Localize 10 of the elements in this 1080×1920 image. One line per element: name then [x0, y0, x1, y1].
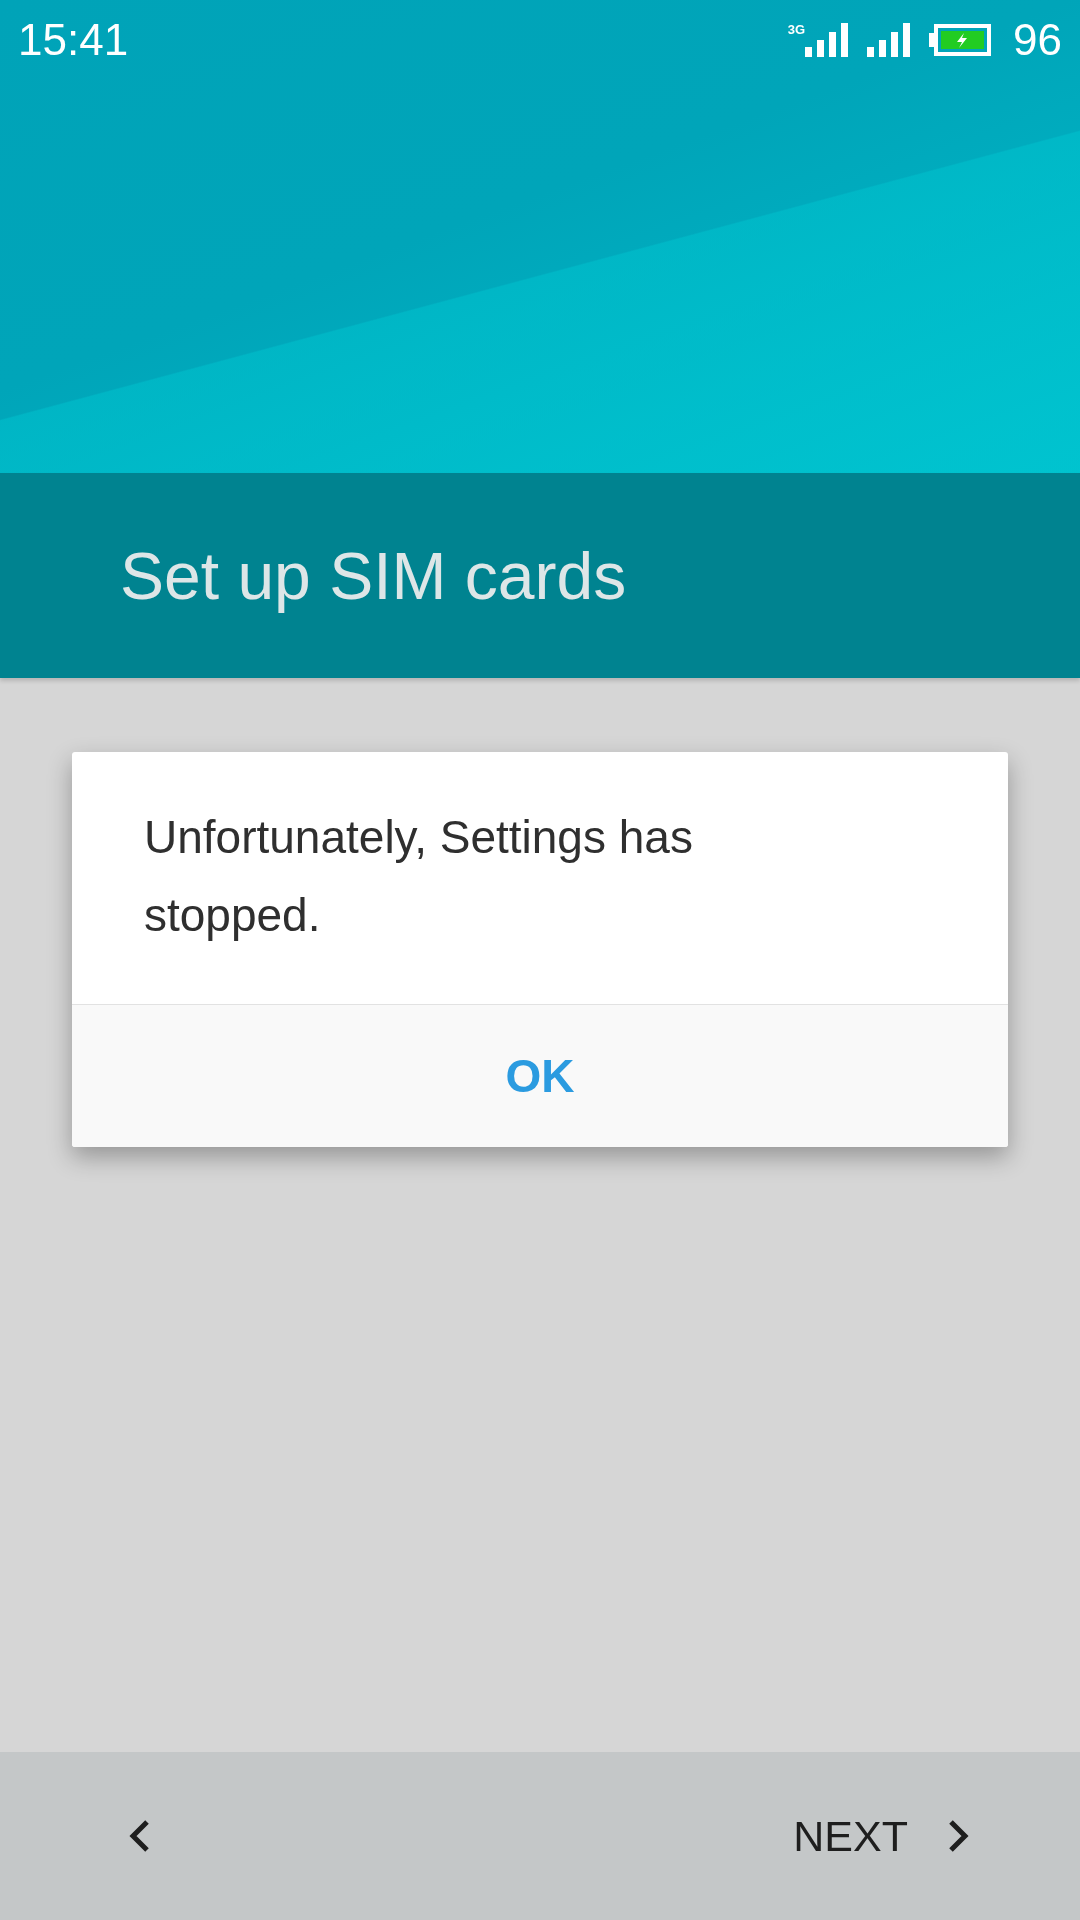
status-time: 15:41 — [18, 15, 129, 65]
signal-icon — [867, 23, 912, 57]
battery-percent: 96 — [1013, 15, 1062, 65]
chevron-left-icon — [128, 1819, 150, 1853]
signal-icon — [805, 23, 850, 57]
dialog-message: Unfortunately, Settings has stopped. — [143, 810, 694, 943]
next-button[interactable]: NEXT — [783, 1801, 980, 1871]
chevron-right-icon — [948, 1819, 970, 1853]
page-title: Set up SIM cards — [120, 537, 627, 614]
network-type-label: 3G — [787, 23, 806, 36]
